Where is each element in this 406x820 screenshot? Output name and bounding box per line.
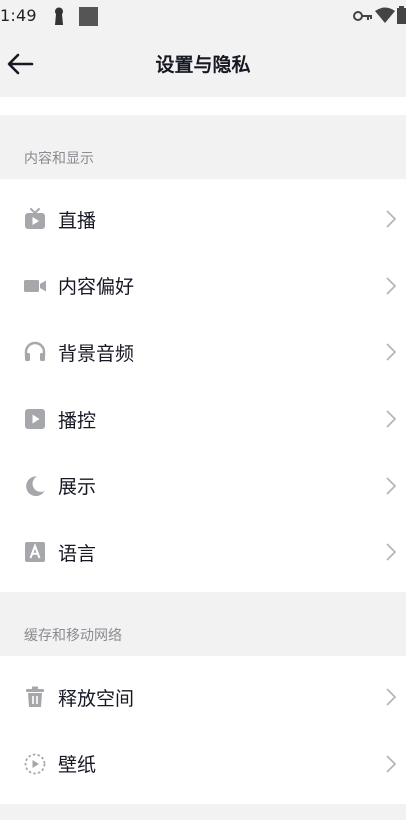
setting-item-label: 直播 xyxy=(58,209,97,232)
setting-item-label: 播控 xyxy=(58,409,97,432)
chevron-right-icon xyxy=(384,542,398,562)
setting-item-label: 展示 xyxy=(58,476,97,499)
status-time: 1:49 xyxy=(0,6,37,25)
chevron-right-icon xyxy=(384,409,398,429)
setting-item-label: 背景音频 xyxy=(58,342,135,365)
top-divider-strip xyxy=(0,97,406,115)
section-title: 内容和显示 xyxy=(24,151,94,167)
section-header-content-display: 内容和显示 xyxy=(0,115,406,179)
top-app-bar: 设置与隐私 xyxy=(0,32,406,96)
setting-item-free-space[interactable]: 释放空间 xyxy=(0,664,406,731)
setting-item-label: 释放空间 xyxy=(58,687,135,710)
status-bar: 1:49 xyxy=(0,0,406,32)
setting-item-display[interactable]: 展示 xyxy=(0,452,406,519)
play-square-icon xyxy=(24,408,46,430)
wifi-icon xyxy=(375,7,395,23)
chevron-right-icon xyxy=(384,476,398,496)
setting-item-label: 语言 xyxy=(58,542,97,565)
section-title: 缓存和移动网络 xyxy=(24,628,122,644)
keyhole-icon xyxy=(55,7,63,25)
setting-item-background-audio[interactable]: 背景音频 xyxy=(0,319,406,386)
setting-item-wallpaper[interactable]: 壁纸 xyxy=(0,731,406,798)
trash-icon xyxy=(24,686,46,708)
setting-item-language[interactable]: 语言 xyxy=(0,519,406,586)
setting-item-label: 壁纸 xyxy=(58,754,97,777)
tv-icon xyxy=(24,208,46,230)
headphones-icon xyxy=(24,341,46,363)
setting-item-label: 内容偏好 xyxy=(58,276,135,299)
video-camera-icon xyxy=(24,275,46,297)
wallpaper-play-icon xyxy=(24,753,46,775)
square-icon xyxy=(79,7,98,26)
letter-a-icon xyxy=(24,541,46,563)
settings-group-cache-network: 释放空间 壁纸 xyxy=(0,656,406,804)
page-title: 设置与隐私 xyxy=(155,54,251,76)
chevron-right-icon xyxy=(384,687,398,707)
section-header-cache-network: 缓存和移动网络 xyxy=(0,592,406,656)
chevron-right-icon xyxy=(384,209,398,229)
vpn-key-icon xyxy=(353,11,372,21)
bottom-section-gap xyxy=(0,804,406,820)
setting-item-content-preference[interactable]: 内容偏好 xyxy=(0,253,406,320)
chevron-right-icon xyxy=(384,754,398,774)
settings-group-content-display: 直播 内容偏好 背景音频 播控 展示 语言 xyxy=(0,179,406,592)
chevron-right-icon xyxy=(384,342,398,362)
battery-icon xyxy=(397,6,406,24)
moon-icon xyxy=(24,475,46,497)
chevron-right-icon xyxy=(384,276,398,296)
setting-item-live[interactable]: 直播 xyxy=(0,186,406,253)
setting-item-playback-control[interactable]: 播控 xyxy=(0,386,406,453)
